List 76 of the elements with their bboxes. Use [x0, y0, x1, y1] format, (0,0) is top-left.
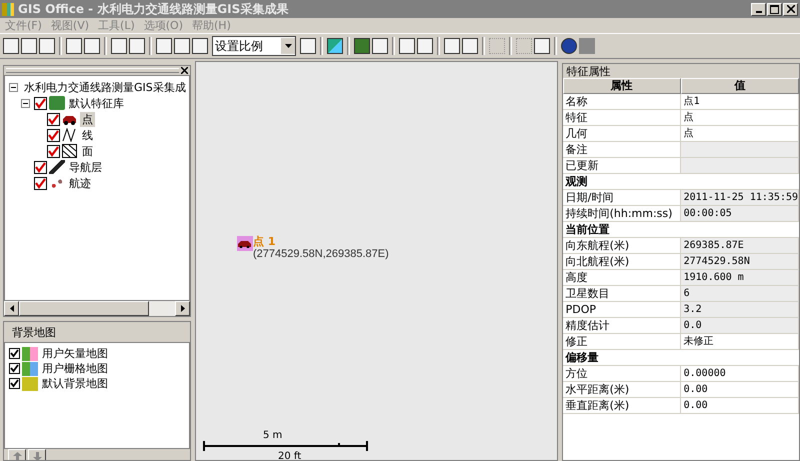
- property-value[interactable]: 0.0: [680, 318, 799, 334]
- property-name: 水平距离(米): [562, 382, 681, 398]
- property-name: PDOP: [562, 302, 681, 318]
- property-name: 备注: [562, 142, 681, 158]
- property-name: 名称: [562, 94, 681, 110]
- list-item[interactable]: 默认背景地图: [40, 376, 110, 391]
- scroll-left-icon[interactable]: [10, 305, 14, 312]
- coordinate-label: (2774529.58N,269385.87E): [253, 248, 389, 260]
- point-label: 点 1: [253, 236, 276, 248]
- checkbox[interactable]: [9, 348, 20, 359]
- property-value[interactable]: 未修正: [680, 334, 799, 350]
- horizontal-scrollbar[interactable]: [4, 301, 190, 316]
- list-item[interactable]: 用户矢量地图: [40, 346, 110, 361]
- minimize-button[interactable]: [751, 2, 766, 16]
- checkbox[interactable]: [9, 363, 20, 374]
- checkbox[interactable]: [47, 112, 60, 126]
- property-name: 卫星数目: [562, 286, 681, 302]
- checkbox[interactable]: [9, 378, 20, 389]
- property-value[interactable]: 3.2: [680, 302, 799, 318]
- section-header: 偏移量: [562, 350, 799, 366]
- property-value[interactable]: 0.00: [680, 382, 799, 398]
- property-value[interactable]: 点1: [680, 94, 799, 110]
- property-name: 高度: [562, 270, 681, 286]
- scroll-right-icon[interactable]: [180, 305, 184, 312]
- property-value[interactable]: 6: [680, 286, 799, 302]
- checkbox[interactable]: [34, 160, 47, 174]
- collapse-icon[interactable]: [21, 98, 32, 108]
- property-name: 几何: [562, 126, 681, 142]
- property-value[interactable]: 2011-11-25 11:35:59: [680, 190, 799, 206]
- property-name: 向北航程(米): [562, 254, 681, 270]
- property-value[interactable]: 1910.600 m: [680, 270, 799, 286]
- property-name: 日期/时间: [562, 190, 681, 206]
- panel-title: 特征属性: [562, 64, 799, 78]
- window-title: GIS Office - 水利电力交通线路测量GIS采集成果: [18, 0, 290, 18]
- column-header: 值: [680, 78, 799, 94]
- property-value[interactable]: 2774529.58N: [680, 254, 799, 270]
- scale-label: 20 ft: [278, 451, 302, 461]
- tree-item[interactable]: 默认特征库: [67, 96, 126, 110]
- map-canvas[interactable]: 点 1 (2774529.58N,269385.87E) 5 m 20 ft: [195, 61, 558, 461]
- column-header: 属性: [562, 78, 681, 94]
- property-name: 向东航程(米): [562, 238, 681, 254]
- close-icon: [786, 5, 794, 13]
- tree-item[interactable]: 线: [80, 128, 95, 142]
- maximize-icon: [770, 4, 779, 14]
- property-name: 持续时间(hh:mm:ss): [562, 206, 681, 222]
- checkbox[interactable]: [34, 96, 47, 110]
- scale-dropdown[interactable]: 设置比例: [212, 36, 296, 56]
- maximize-button[interactable]: [767, 2, 782, 16]
- close-icon[interactable]: [181, 67, 188, 74]
- property-name: 已更新: [562, 158, 681, 174]
- property-name: 垂直距离(米): [562, 398, 681, 414]
- property-name: 精度估计: [562, 318, 681, 334]
- property-value[interactable]: 0.00000: [680, 366, 799, 382]
- tree-item[interactable]: 面: [80, 144, 95, 158]
- checkbox[interactable]: [47, 128, 60, 142]
- panel-title: 背景地图: [11, 324, 57, 340]
- list-item[interactable]: 用户栅格地图: [40, 361, 110, 376]
- checkbox[interactable]: [47, 144, 60, 158]
- property-value[interactable]: 0.00: [680, 398, 799, 414]
- scale-label: 5 m: [263, 430, 282, 441]
- tree-item[interactable]: 点: [80, 112, 95, 126]
- property-name: 特征: [562, 110, 681, 126]
- move-down-button[interactable]: [28, 449, 46, 460]
- tree-item[interactable]: 导航层: [67, 160, 104, 174]
- move-up-button[interactable]: [8, 449, 26, 460]
- property-value[interactable]: 269385.87E: [680, 238, 799, 254]
- property-value[interactable]: 点: [680, 110, 799, 126]
- checkbox[interactable]: [34, 176, 47, 190]
- property-value[interactable]: 00:00:05: [680, 206, 799, 222]
- property-name: 修正: [562, 334, 681, 350]
- collapse-icon[interactable]: [9, 82, 18, 92]
- close-button[interactable]: [783, 2, 798, 16]
- property-name: 方位: [562, 366, 681, 382]
- car-icon: [237, 236, 253, 251]
- tree-item[interactable]: 水利电力交通线路测量GIS采集成: [22, 80, 188, 94]
- tree-item[interactable]: 航迹: [67, 176, 93, 190]
